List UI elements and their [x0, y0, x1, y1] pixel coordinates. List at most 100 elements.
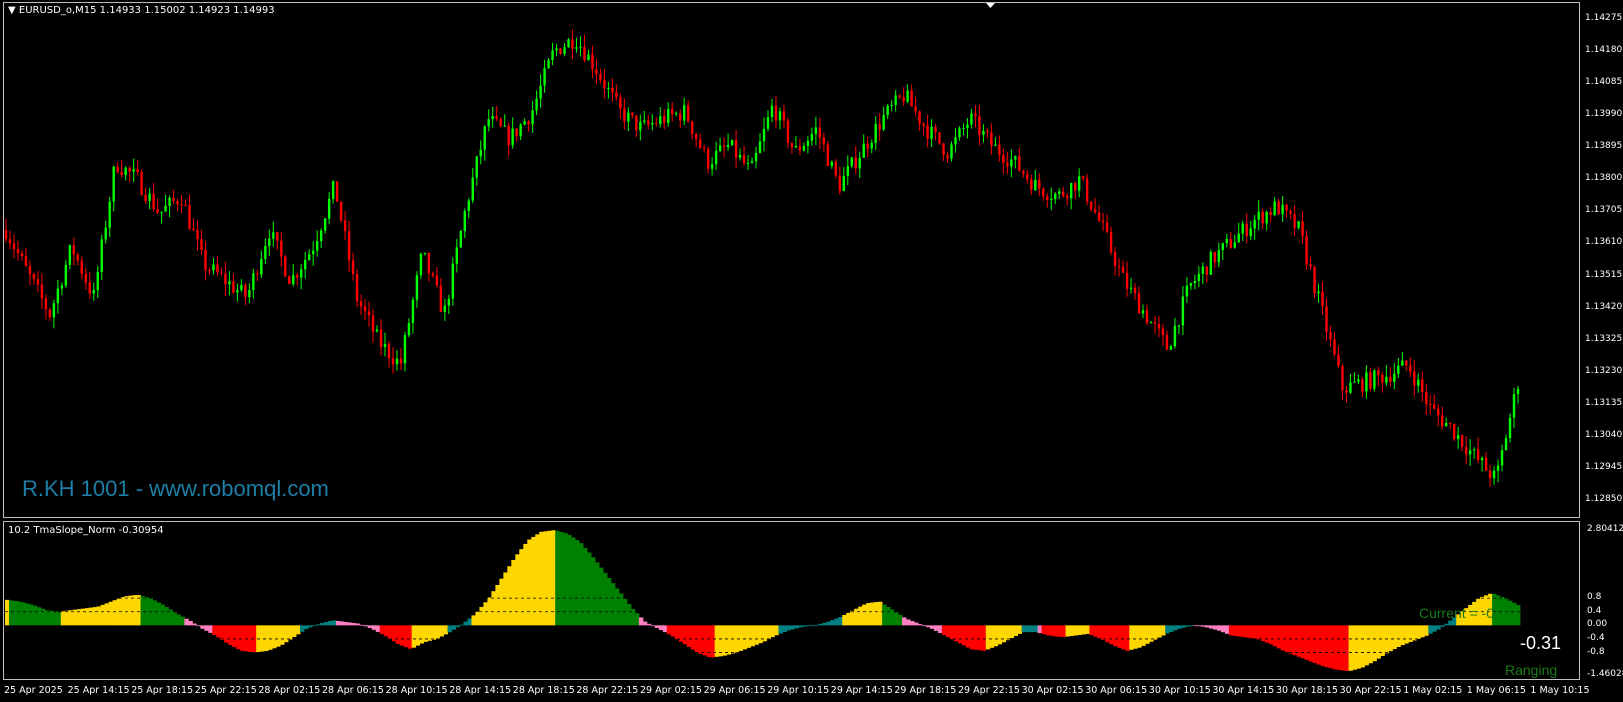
histogram-bar	[403, 625, 409, 648]
histogram-bar	[1029, 625, 1035, 633]
histogram-bar	[1161, 625, 1166, 636]
histogram-bar	[1276, 625, 1282, 649]
histogram-bar	[1288, 625, 1294, 654]
histogram-bar	[826, 621, 831, 626]
histogram-bar	[806, 625, 811, 627]
histogram-bar	[862, 604, 867, 626]
histogram-bar	[758, 625, 763, 644]
histogram-bar	[447, 625, 452, 633]
histogram-bar	[1408, 625, 1413, 642]
histogram-bar	[933, 625, 939, 631]
histogram-bar	[339, 621, 345, 626]
price-label: 1.13515	[1585, 269, 1623, 280]
histogram-bar	[435, 625, 440, 639]
histogram-bar	[228, 625, 233, 645]
histogram-bar	[898, 614, 903, 626]
price-label: 1.12850	[1585, 494, 1623, 504]
histogram-bar	[455, 625, 460, 628]
time-label: 28 Apr 02:15	[258, 685, 321, 696]
histogram-bar	[100, 604, 106, 626]
time-label: 1 May 10:15	[1530, 685, 1590, 696]
histogram-bar	[1001, 625, 1007, 643]
price-axis: 1.14275 1.14180 1.14085 1.13990 1.13895 1.138…	[1582, 0, 1623, 682]
histogram-bar	[666, 625, 672, 635]
histogram-bar	[343, 621, 349, 626]
histogram-bar	[1065, 625, 1070, 637]
histogram-bar	[475, 611, 480, 626]
histogram-bar	[331, 620, 337, 626]
histogram-bar	[587, 552, 592, 626]
histogram-bar	[44, 610, 50, 626]
histogram-bar	[479, 606, 484, 626]
time-label: 29 Apr 02:15	[640, 685, 702, 696]
indicator-header: 10.2 TmaSlope_Norm -0.30954	[8, 525, 164, 536]
histogram-bar	[1384, 625, 1389, 654]
histogram-bar	[84, 608, 90, 626]
histogram-bar	[48, 610, 54, 626]
histogram-bar	[1440, 625, 1445, 627]
histogram-bar	[232, 625, 237, 648]
histogram-bar	[810, 625, 815, 627]
histogram-bar	[216, 625, 221, 638]
time-label: 28 Apr 22:15	[576, 685, 639, 696]
time-label: 30 Apr 02:15	[1021, 685, 1084, 696]
histogram-bar	[204, 625, 209, 631]
histogram-bar	[929, 625, 935, 629]
histogram-bar	[511, 559, 516, 626]
histogram-bar	[1280, 625, 1286, 651]
price-label: 1.14085	[1585, 77, 1623, 88]
histogram-bar	[1117, 625, 1122, 648]
histogram-bar	[92, 607, 98, 626]
histogram-bar	[300, 625, 305, 632]
histogram-bar	[774, 625, 779, 636]
histogram-bar	[264, 625, 269, 652]
histogram-bar	[124, 596, 129, 626]
histogram-bar	[551, 530, 556, 626]
histogram-bar	[459, 624, 464, 626]
histogram-bar	[80, 608, 86, 626]
histogram-bar	[172, 612, 177, 626]
time-label: 30 Apr 06:15	[1085, 685, 1148, 696]
histogram-bar	[1089, 625, 1094, 636]
histogram-bar	[902, 617, 907, 626]
histogram-bar	[830, 620, 835, 626]
histogram-bar	[965, 625, 971, 648]
histogram-bar	[818, 623, 823, 626]
histogram-bar	[88, 607, 94, 626]
price-label: 1.13895	[1585, 141, 1623, 152]
time-label: 30 Apr 14:15	[1212, 685, 1275, 696]
histogram-bar	[579, 543, 584, 626]
histogram-bar	[1304, 625, 1310, 660]
histogram-bar	[1300, 625, 1306, 659]
histogram-bar	[850, 610, 855, 626]
histogram-bar	[559, 531, 564, 626]
header-dropdown-icon[interactable]: ▼	[8, 5, 16, 16]
histogram-bar	[1360, 625, 1365, 668]
histogram-bar	[515, 554, 520, 626]
histogram-bar	[1101, 625, 1106, 641]
histogram-bar	[822, 622, 827, 626]
histogram-bar	[240, 625, 245, 651]
histogram-bar	[415, 625, 421, 646]
time-label: 29 Apr 10:15	[767, 685, 830, 696]
histogram-bar	[945, 625, 951, 638]
histogram-bar	[5, 599, 10, 626]
histogram-bar	[1448, 620, 1453, 626]
histogram-bar	[140, 596, 145, 626]
histogram-bar	[1009, 625, 1015, 639]
indicator-axis-label: -1.46028	[1587, 669, 1623, 679]
histogram-bar	[1097, 625, 1102, 639]
histogram-bar	[1189, 625, 1194, 627]
histogram-bar	[1296, 625, 1302, 657]
histogram-bar	[1217, 625, 1222, 631]
histogram-bar	[650, 625, 656, 627]
histogram-bar	[188, 620, 193, 626]
histogram-bar	[1037, 625, 1042, 634]
histogram-bar	[1109, 625, 1114, 645]
histogram-bar	[224, 625, 229, 643]
histogram-bar	[196, 625, 201, 627]
histogram-bar	[1157, 625, 1162, 638]
histogram-bar	[335, 620, 341, 626]
histogram-bar	[878, 601, 883, 626]
histogram-bar	[260, 625, 265, 652]
